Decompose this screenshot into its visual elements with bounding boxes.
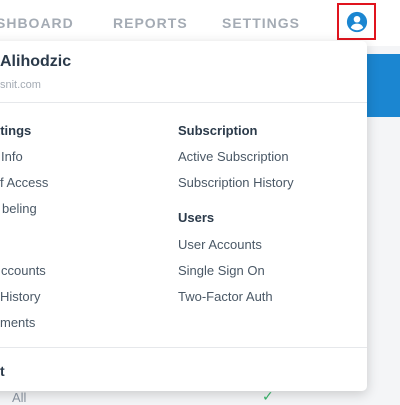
menu-divider — [0, 347, 367, 348]
account-settings-heading: Settings — [0, 123, 32, 138]
user-email: snit.com — [0, 79, 41, 91]
menu-footer-item[interactable]: t — [0, 363, 5, 379]
menu-item-single-sign-on[interactable]: Single Sign On — [178, 263, 265, 278]
subscription-heading: Subscription — [178, 123, 258, 138]
nav-settings[interactable]: SETTINGS — [222, 15, 300, 31]
menu-item-access[interactable]: f Access — [0, 175, 48, 190]
menu-item-two-factor-auth[interactable]: Two-Factor Auth — [178, 289, 273, 304]
account-circle-icon — [346, 11, 367, 32]
account-dropdown-menu: Alihodzic snit.com Settings Info f Acces… — [0, 41, 367, 391]
background-filter-label: All — [12, 390, 27, 405]
menu-item-active-subscription[interactable]: Active Subscription — [178, 149, 289, 164]
menu-item-statements[interactable]: ments — [0, 315, 35, 330]
menu-item-labeling[interactable]: beling — [2, 201, 37, 216]
user-name: Alihodzic — [0, 53, 72, 70]
menu-item-account-info[interactable]: Info — [1, 149, 23, 164]
top-navigation: SHBOARD REPORTS SETTINGS — [0, 0, 400, 46]
menu-item-accounts[interactable]: ccounts — [1, 263, 46, 278]
background-accent-panel — [362, 54, 400, 117]
nav-dashboard[interactable]: SHBOARD — [0, 15, 74, 31]
users-heading: Users — [178, 210, 215, 225]
nav-reports[interactable]: REPORTS — [113, 15, 188, 31]
menu-item-subscription-history[interactable]: Subscription History — [178, 175, 294, 190]
menu-item-history[interactable]: History — [0, 289, 40, 304]
menu-item-user-accounts[interactable]: User Accounts — [178, 237, 262, 252]
profile-button[interactable] — [337, 3, 376, 40]
menu-divider — [0, 102, 367, 103]
